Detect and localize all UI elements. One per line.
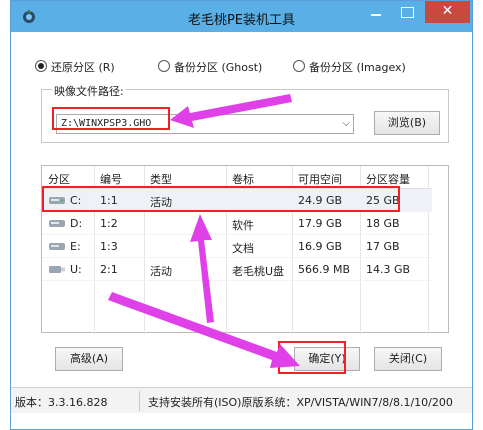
browse-button[interactable]: 浏览(B) <box>374 111 440 135</box>
header-label[interactable]: 卷标 <box>232 171 254 187</box>
hard-drive-icon <box>49 220 65 227</box>
radio-backup-imagex-label: 备份分区 (Imagex) <box>309 61 406 74</box>
image-path-value: Z:\WINXPSP3.GHO <box>61 118 152 129</box>
header-number[interactable]: 编号 <box>100 171 122 187</box>
radio-backup-imagex[interactable]: 备份分区 (Imagex) <box>293 59 423 75</box>
cell-free: 16.9 GB <box>298 240 343 253</box>
table-row[interactable]: D: 1:2 软件 17.9 GB 18 GB <box>42 212 432 235</box>
radio-backup-ghost[interactable]: 备份分区 (Ghost) <box>158 59 283 75</box>
hard-drive-icon <box>49 243 65 250</box>
title-bar[interactable]: 老毛桃PE装机工具 ✕ <box>11 1 472 32</box>
cell-drive: U: <box>70 263 82 276</box>
advanced-button[interactable]: 高级(A) <box>55 347 123 371</box>
cell-size: 14.3 GB <box>366 263 411 276</box>
header-type[interactable]: 类型 <box>150 171 172 187</box>
cell-number: 2:1 <box>100 263 118 276</box>
cell-type: 活动 <box>150 265 172 278</box>
cell-label: 老毛桃U盘 <box>232 265 285 278</box>
hard-drive-icon <box>49 197 65 204</box>
version-text: 版本：3.3.16.828 <box>15 396 108 409</box>
support-text: 支持安装所有(ISO)原版系统：XP/VISTA/WIN7/8/8.1/10/2… <box>148 396 453 409</box>
radio-button[interactable] <box>293 60 305 72</box>
cell-drive: C: <box>70 194 82 207</box>
cell-free: 24.9 GB <box>298 194 343 207</box>
image-path-select[interactable]: Z:\WINXPSP3.GHO ⌵ <box>56 114 354 134</box>
status-bar: 版本：3.3.16.828 支持安装所有(ISO)原版系统：XP/VISTA/W… <box>11 387 472 413</box>
header-capacity[interactable]: 分区容量 <box>366 171 410 187</box>
header-free-space[interactable]: 可用空间 <box>298 171 342 187</box>
radio-restore[interactable]: 还原分区 (R) <box>35 59 145 75</box>
maximize-button[interactable] <box>392 1 422 23</box>
cell-drive: D: <box>70 217 83 230</box>
table-row[interactable]: E: 1:3 文档 16.9 GB 17 GB <box>42 235 432 258</box>
cell-free: 566.9 MB <box>298 263 351 276</box>
image-path-title: 映像文件路径: <box>52 83 126 99</box>
partition-table: 分区 编号 类型 卷标 可用空间 分区容量 C: 1:1 活动 24.9 GB … <box>41 165 449 334</box>
close-button[interactable]: 关闭(C) <box>374 347 442 371</box>
table-row[interactable]: C: 1:1 活动 24.9 GB 25 GB <box>42 189 432 212</box>
ok-button[interactable]: 确定(Y) <box>294 347 360 371</box>
radio-restore-label: 还原分区 (R) <box>51 61 115 74</box>
table-row[interactable]: U: 2:1 活动 老毛桃U盘 566.9 MB 14.3 GB <box>42 258 432 281</box>
header-partition[interactable]: 分区 <box>48 171 70 187</box>
radio-button[interactable] <box>158 60 170 72</box>
radio-button-checked[interactable] <box>35 60 47 72</box>
table-header: 分区 编号 类型 卷标 可用空间 分区容量 <box>42 166 432 189</box>
minimize-button[interactable] <box>361 1 391 23</box>
cell-label: 文档 <box>232 242 254 255</box>
cell-size: 18 GB <box>366 217 400 230</box>
close-icon: ✕ <box>441 3 454 19</box>
image-path-group: 映像文件路径: Z:\WINXPSP3.GHO ⌵ 浏览(B) <box>41 83 449 143</box>
radio-backup-ghost-label: 备份分区 (Ghost) <box>174 61 263 74</box>
cell-size: 25 GB <box>366 194 400 207</box>
status-divider <box>139 391 140 411</box>
cell-number: 1:1 <box>100 194 118 207</box>
cell-free: 17.9 GB <box>298 217 343 230</box>
chevron-down-icon[interactable]: ⌵ <box>342 118 350 129</box>
close-window-button[interactable]: ✕ <box>425 1 470 23</box>
installer-window: 老毛桃PE装机工具 ✕ 还原分区 (R) 备份分区 (Ghost) 备份分区 (… <box>10 0 473 430</box>
usb-drive-icon <box>49 266 65 273</box>
cell-type: 活动 <box>150 196 172 209</box>
cell-number: 1:3 <box>100 240 118 253</box>
cell-number: 1:2 <box>100 217 118 230</box>
cell-label: 软件 <box>232 219 254 232</box>
cell-size: 17 GB <box>366 240 400 253</box>
cell-drive: E: <box>70 240 81 253</box>
